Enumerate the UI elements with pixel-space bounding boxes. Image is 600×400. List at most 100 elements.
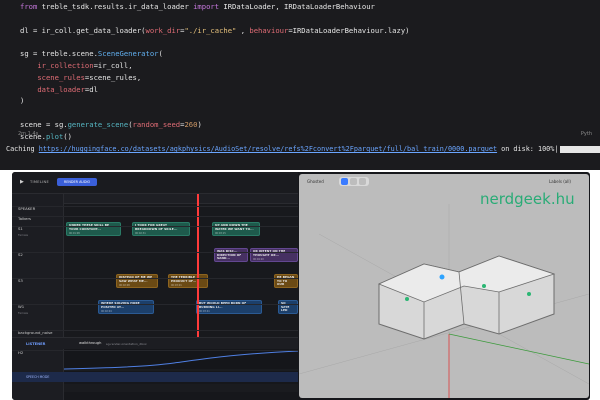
clip-timestamp: 00:03:01 bbox=[171, 284, 182, 288]
row-divider bbox=[12, 350, 298, 351]
code-token: import bbox=[193, 2, 224, 11]
code-token: , bbox=[236, 25, 250, 35]
code-token: data_loader bbox=[37, 84, 85, 94]
code-line: ir_collection=ir_coll, bbox=[20, 60, 580, 72]
source-marker[interactable] bbox=[527, 292, 531, 296]
clip-timestamp: 00:03:15 bbox=[215, 232, 226, 236]
dialogue-clip[interactable]: WHERE SOLVING HORE POSITED AT... 00:02:04 bbox=[98, 300, 154, 314]
code-token: 260 bbox=[184, 119, 198, 129]
watermark-text: nerdgeek.hu bbox=[480, 190, 575, 208]
dialogue-clip[interactable]: BUT WOULD BEEN BORN OF BURNING LI... 00:0… bbox=[196, 300, 262, 314]
camera-label: sg-render-orientation_dbox bbox=[106, 341, 147, 346]
download-progress-bar bbox=[560, 145, 600, 153]
listener-marker[interactable] bbox=[439, 274, 445, 280]
clip-timestamp: 00:02:08 bbox=[119, 284, 130, 288]
clip-timestamp: 00:01:08 bbox=[69, 232, 80, 236]
dialogue-clip[interactable]: HE BEGAN TO TO OUR HUNT...00:05:09 bbox=[274, 274, 298, 288]
code-token: scene_rules bbox=[37, 72, 85, 82]
code-token: random_seed bbox=[132, 119, 181, 129]
track-sublabel: Female bbox=[18, 311, 29, 315]
output-suffix: on disk: 100%| bbox=[497, 145, 559, 153]
listener-curve bbox=[63, 350, 299, 370]
code-token: ( bbox=[158, 49, 163, 59]
execution-time: 2m 1.4s bbox=[18, 131, 39, 137]
code-token: work_dir bbox=[145, 25, 181, 35]
speech-mode-label: SPEECH MODE bbox=[26, 375, 50, 379]
row-divider bbox=[12, 304, 298, 305]
walkthrough-label[interactable]: walkthrough bbox=[79, 341, 101, 345]
dialogue-clip[interactable]: INSTEAD OF ME WE SAW WHAT ME... 00:02:08 bbox=[116, 274, 158, 288]
dialogue-clip[interactable]: I TOOK FOR GREAT BREAKDOWN OF SKILE... 00… bbox=[132, 222, 190, 236]
code-line: ) bbox=[20, 95, 580, 107]
code-token: scene = sg. bbox=[20, 119, 68, 129]
code-token: =IRDataLoaderBehaviour.lazy) bbox=[288, 25, 410, 35]
clip-timestamp: 00:02:31 bbox=[135, 232, 146, 236]
render-audio-button[interactable]: RENDER AUDIO bbox=[57, 178, 97, 186]
row-divider bbox=[12, 330, 298, 331]
code-line: sg = treble.scene.SceneGenerator( bbox=[20, 48, 580, 60]
row-divider bbox=[12, 206, 298, 207]
code-line: data_loader=dl bbox=[20, 84, 580, 96]
screenshot-frame: from treble_tsdk.results.ir_data_loader … bbox=[0, 0, 600, 400]
code-line: scene_rules=scene_rules, bbox=[20, 72, 580, 84]
dialogue-clip[interactable]: UP AND DOWN THE WATER WE WANT TO... 00:03… bbox=[212, 222, 260, 236]
source-marker[interactable] bbox=[405, 297, 409, 301]
speech-mode-bar[interactable]: SPEECH MODE bbox=[12, 372, 298, 382]
code-line: dl = ir_coll.get_data_loader(work_dir=".… bbox=[20, 25, 580, 37]
cell-output: Caching https://huggingface.co/datasets/… bbox=[6, 145, 600, 153]
code-token: () bbox=[63, 131, 72, 141]
track-sublabel: Female bbox=[18, 233, 29, 237]
code-token: sg = treble.scene. bbox=[20, 49, 98, 59]
timeline-scrollbar[interactable] bbox=[64, 384, 298, 392]
dialogue-clip[interactable]: WAS DISC... DIRECTION OF SAND...00:04:02 bbox=[214, 248, 248, 262]
clip-timestamp: 00:04:20 bbox=[253, 258, 264, 262]
notebook-cell: from treble_tsdk.results.ir_data_loader … bbox=[0, 0, 600, 170]
listener-path-graph bbox=[63, 349, 299, 372]
dialogue-clip[interactable]: UNDER THESE SKILL BE YOUR CONSTANT... 00:… bbox=[66, 222, 121, 236]
output-prefix: Caching bbox=[6, 145, 39, 153]
clip-timestamp: 00:02:04 bbox=[101, 310, 112, 314]
code-token: "./ir_cache" bbox=[184, 25, 237, 35]
row-divider bbox=[12, 226, 298, 227]
graph-svg bbox=[63, 350, 299, 371]
code-token: =dl bbox=[84, 84, 98, 94]
code-line: from treble_tsdk.results.ir_data_loader … bbox=[20, 1, 580, 13]
code-line: scene.plot() bbox=[20, 131, 580, 143]
code-token: IRDataLoader, IRDataLoaderBehaviour bbox=[223, 2, 375, 11]
listener-label: LISTENER bbox=[26, 342, 46, 346]
code-line: scene = sg.generate_scene(random_seed=26… bbox=[20, 119, 580, 131]
track-labels-column: SPEAKER Talkers S1 Female S2 S3 W1 Female backgr… bbox=[12, 194, 64, 400]
row-divider bbox=[12, 252, 298, 253]
kernel-language: Pyth bbox=[580, 131, 592, 137]
dialogue-clip[interactable]: SO SAYE LED THE...00:05:14 bbox=[278, 300, 298, 314]
timeline-title: TIMELINE bbox=[30, 180, 50, 184]
code-token: treble_tsdk.results.ir_data_loader bbox=[41, 2, 194, 11]
dialogue-clip[interactable]: OR INTENT ON THE THOUGHT OR... 00:04:20 bbox=[250, 248, 298, 262]
axis-line bbox=[448, 333, 589, 365]
source-marker[interactable] bbox=[482, 284, 486, 288]
clip-timestamp: 00:03:41 bbox=[199, 310, 210, 314]
output-url-link[interactable]: https://huggingface.co/datasets/agkphysi… bbox=[39, 145, 497, 153]
timeline-ruler[interactable] bbox=[64, 194, 298, 204]
code-token: generate_scene bbox=[67, 119, 129, 129]
timeline-toolbar: ▶ TIMELINE RENDER AUDIO bbox=[12, 172, 298, 194]
code-token: SceneGenerator bbox=[97, 49, 159, 59]
code-token: ) bbox=[197, 119, 202, 129]
dialogue-clip[interactable]: THE TERRIBLE PRODUCT OF... 00:03:01 bbox=[168, 274, 208, 288]
code-token: dl = ir_coll.get_data_loader( bbox=[20, 25, 146, 35]
code-token: =scene_rules, bbox=[84, 72, 142, 82]
code-token: ) bbox=[20, 96, 25, 106]
play-icon[interactable]: ▶ bbox=[20, 179, 24, 185]
code-editor[interactable]: from treble_tsdk.results.ir_data_loader … bbox=[20, 1, 580, 143]
row-divider bbox=[12, 216, 298, 217]
code-token: plot bbox=[45, 131, 64, 141]
code-token: ir_collection bbox=[37, 60, 94, 70]
listener-row: LISTENER walkthrough sg-render-orientati… bbox=[12, 337, 298, 349]
code-token: =ir_coll, bbox=[93, 60, 133, 70]
code-token: from bbox=[20, 2, 42, 11]
